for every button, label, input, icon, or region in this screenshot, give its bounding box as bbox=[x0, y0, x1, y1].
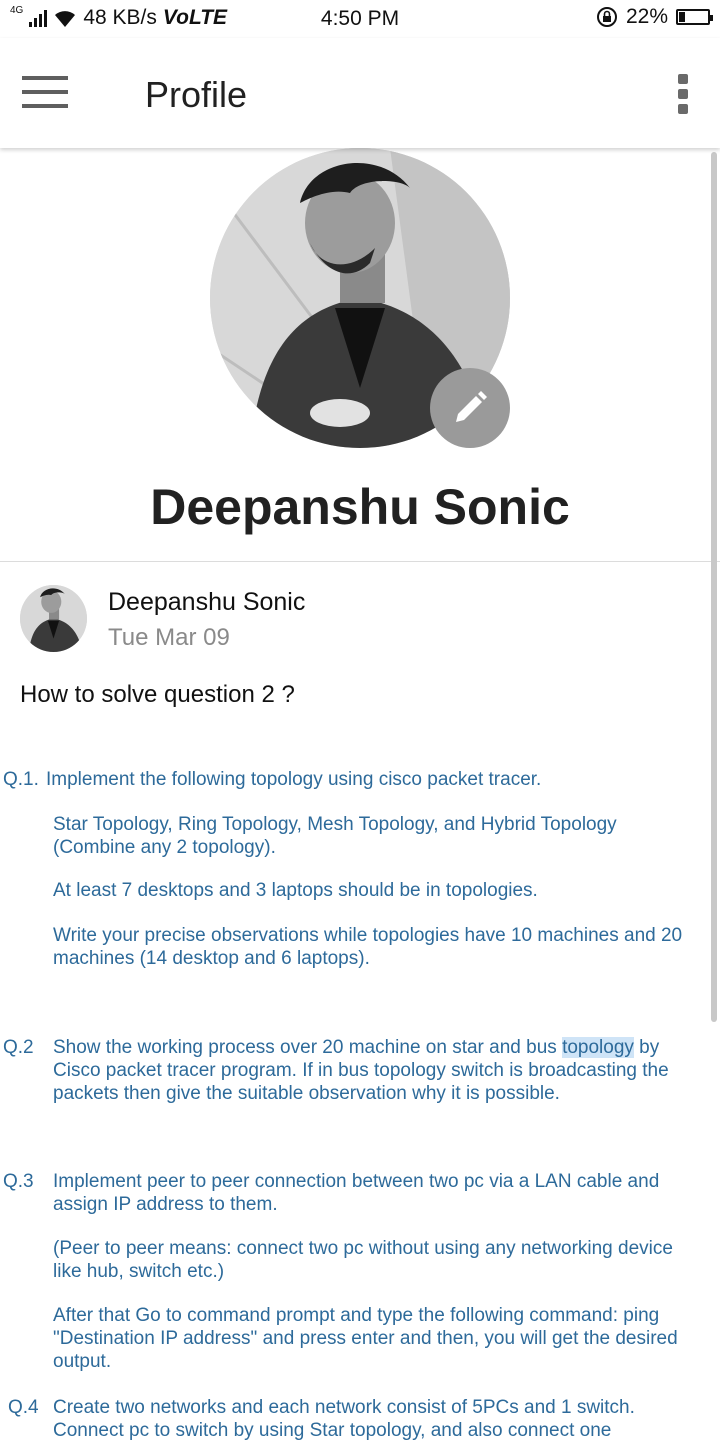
rotation-lock-icon bbox=[596, 7, 617, 27]
profile-name: Deepanshu Sonic bbox=[150, 479, 570, 535]
post-image-attachment[interactable]: Q.1. Implement the following topology us… bbox=[0, 760, 712, 1440]
app-bar: Profile bbox=[0, 38, 720, 148]
post-date: Tue Mar 09 bbox=[108, 624, 230, 651]
question-number: Q.2 bbox=[3, 1037, 34, 1058]
post-author-avatar[interactable] bbox=[20, 585, 87, 652]
question-paragraph: (Peer to peer means: connect two pc with… bbox=[53, 1238, 673, 1282]
question-paragraph: Implement peer to peer connection betwee… bbox=[53, 1171, 660, 1215]
question-paragraph: Show the working process over 20 machine… bbox=[53, 1036, 703, 1105]
more-options-icon[interactable] bbox=[676, 74, 690, 114]
post-author-name[interactable]: Deepanshu Sonic bbox=[108, 588, 305, 617]
page-title: Profile bbox=[145, 74, 248, 115]
highlighted-word: topology bbox=[562, 1037, 634, 1058]
question-number: Q.4 bbox=[8, 1397, 39, 1418]
status-bar: 4G 48 KB/s VoLTE 4:50 PM 22% bbox=[0, 0, 720, 38]
hamburger-menu-icon[interactable] bbox=[22, 76, 68, 108]
pencil-icon bbox=[456, 391, 487, 422]
battery-icon bbox=[676, 9, 713, 25]
question-text: Show the working process over 20 machine… bbox=[53, 1037, 563, 1058]
question-paragraph: Star Topology, Ring Topology, Mesh Topol… bbox=[53, 814, 617, 858]
question-number: Q.3 bbox=[3, 1171, 34, 1192]
person-photo-icon bbox=[20, 585, 87, 652]
question-paragraph: Write your precise observations while to… bbox=[53, 925, 683, 969]
question-number: Q.1. bbox=[3, 769, 39, 790]
divider bbox=[0, 561, 720, 562]
battery-percent: 22% bbox=[625, 5, 668, 28]
question-title: Implement the following topology using c… bbox=[46, 769, 542, 790]
question-paragraph: At least 7 desktops and 3 laptops should… bbox=[53, 880, 538, 901]
battery-level bbox=[679, 12, 685, 22]
edit-avatar-button[interactable] bbox=[430, 368, 510, 448]
post-text: How to solve question 2 ? bbox=[20, 681, 295, 708]
question-paragraph: After that Go to command prompt and type… bbox=[53, 1305, 678, 1372]
question-paragraph: Create two networks and each network con… bbox=[53, 1397, 635, 1440]
scrollbar[interactable] bbox=[711, 152, 717, 1022]
status-right: 22% bbox=[596, 5, 713, 29]
